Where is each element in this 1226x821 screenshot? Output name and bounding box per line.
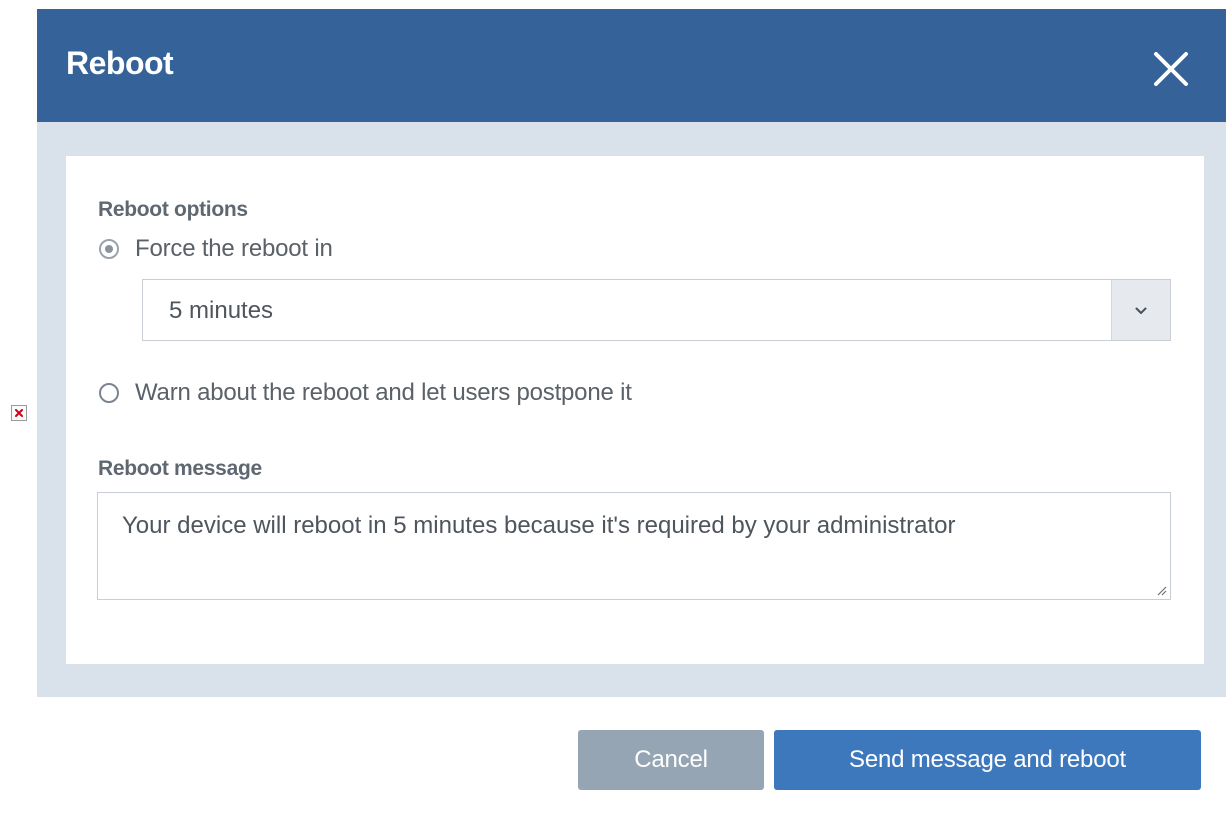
send-message-and-reboot-button[interactable]: Send message and reboot bbox=[774, 730, 1201, 790]
reboot-dialog: Reboot Reboot options Force the reboot i… bbox=[37, 9, 1226, 815]
radio-button-checked[interactable] bbox=[99, 239, 119, 259]
chevron-down-icon bbox=[1135, 307, 1147, 314]
reboot-delay-value: 5 minutes bbox=[169, 297, 274, 324]
dialog-title: Reboot bbox=[66, 45, 174, 81]
radio-force-reboot[interactable]: Force the reboot in bbox=[99, 235, 333, 263]
close-icon bbox=[1154, 52, 1188, 86]
dialog-footer: Cancel Send message and reboot bbox=[37, 697, 1226, 815]
radio-warn-postpone[interactable]: Warn about the reboot and let users post… bbox=[99, 379, 632, 407]
radio-button-unchecked[interactable] bbox=[99, 383, 119, 403]
form-panel: Reboot options Force the reboot in 5 min… bbox=[66, 156, 1204, 664]
reboot-message-text: Your device will reboot in 5 minutes bec… bbox=[122, 512, 956, 539]
reboot-message-label: Reboot message bbox=[98, 457, 262, 480]
reboot-message-textarea[interactable]: Your device will reboot in 5 minutes bec… bbox=[97, 492, 1171, 600]
cancel-button[interactable]: Cancel bbox=[578, 730, 764, 790]
radio-force-reboot-label: Force the reboot in bbox=[135, 235, 333, 262]
dialog-header: Reboot bbox=[37, 9, 1226, 122]
reboot-delay-select[interactable]: 5 minutes bbox=[142, 279, 1171, 341]
broken-image-icon bbox=[11, 405, 27, 421]
resize-grip-icon[interactable] bbox=[1155, 584, 1167, 596]
radio-warn-postpone-label: Warn about the reboot and let users post… bbox=[135, 379, 632, 406]
reboot-options-label: Reboot options bbox=[98, 198, 248, 221]
dropdown-toggle[interactable] bbox=[1111, 280, 1170, 340]
dialog-body: Reboot options Force the reboot in 5 min… bbox=[37, 122, 1226, 697]
close-button[interactable] bbox=[1151, 49, 1191, 89]
